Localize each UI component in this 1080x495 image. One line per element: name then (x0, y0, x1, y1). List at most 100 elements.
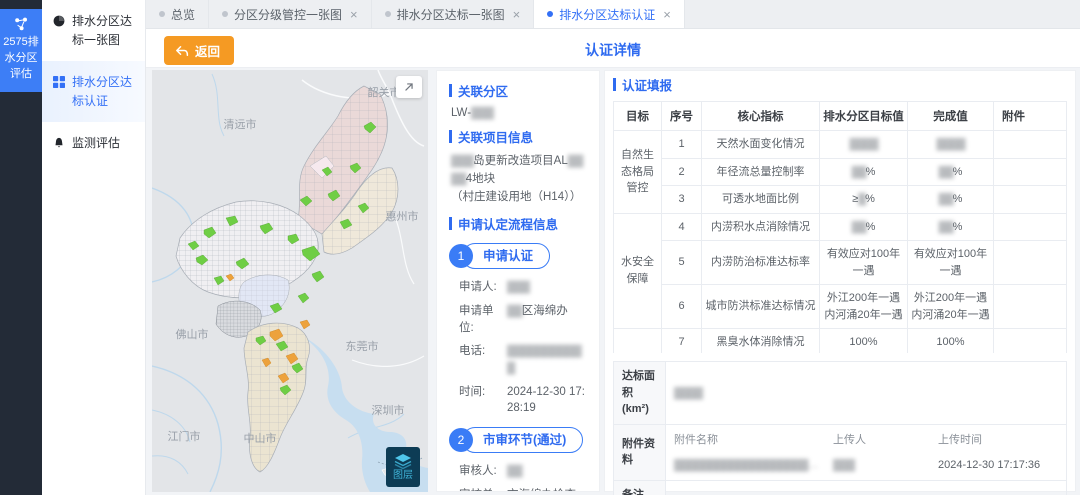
tab-close-icon[interactable]: × (513, 7, 521, 22)
table-row: 水安全保障 4 内涝积水点消除情况 ▓▓% ▓▓% (613, 212, 1067, 329)
step-number-badge: 2 (449, 428, 473, 453)
module-rail: 2575排水分区评估 (0, 0, 42, 495)
attachment-cell (993, 130, 1067, 159)
col-indicator: 核心指标 (701, 101, 820, 131)
map-label-foshan: 佛山市 (176, 327, 209, 341)
map-label-jiangmen: 江门市 (168, 429, 201, 443)
step-2-fields: 审核人: ▓▓ 审核单位: 市海绵办检查组 电话: ▓▓▓▓▓▓▓▓▓▓ 时间:… (459, 463, 587, 491)
page-title: 认证详情 (585, 42, 641, 58)
map-canvas[interactable]: 韶关市 清远市 惠州市 佛山市 东莞市 深圳市 中山市 江门市 (152, 70, 428, 492)
map-expand-button[interactable] (396, 76, 422, 98)
map-layers-label: 图层 (393, 470, 413, 481)
report-header-row: 目标 序号 核心指标 排水分区目标值 完成值 附件 (613, 101, 1067, 131)
area-row: 达标面积 (km²) ▓▓▓▓ (613, 361, 1067, 425)
attachment-cell (993, 284, 1067, 329)
report-table: 目标 序号 核心指标 排水分区目标值 完成值 附件 自然生态格局管控 1 天然水 (613, 101, 1067, 353)
field-row: 申请单位: ▓▓区海绵办 (459, 305, 568, 334)
remark-label: 备注 (613, 479, 666, 495)
tab-bar-spacer (685, 0, 1080, 28)
attachments-list: 附件名称 上传人 上传时间 ▓▓▓▓▓▓▓▓▓▓▓▓▓▓▓▓▓▓▓▓▓▓▓▓▓▓… (665, 423, 1067, 481)
map-panel[interactable]: 韶关市 清远市 惠州市 佛山市 东莞市 深圳市 中山市 江门市 图层 (152, 70, 428, 492)
map-label-zhongshan: 中山市 (244, 431, 277, 445)
tab-label: 总览 (171, 7, 196, 22)
redacted-text: ▓▓ (507, 305, 523, 318)
related-project-header: 关联项目信息 (449, 127, 587, 146)
tab-overview[interactable]: 总览 (146, 0, 210, 28)
detail-toolbar: 返回 认证详情 (146, 29, 1080, 68)
process-step-2: 2 市审环节(通过) (449, 427, 587, 454)
area-value: ▓▓▓▓ (665, 361, 1067, 425)
sidebar-item-certification[interactable]: 排水分区达标认证 (42, 61, 145, 123)
col-target: 排水分区目标值 (819, 101, 908, 131)
field-row: 时间: 2024-12-30 17:28:19 (459, 385, 586, 415)
section-bar (449, 130, 452, 143)
step-title-pill: 市审环节(通过) (462, 427, 584, 454)
sidebar-item-label: 排水分区达标认证 (72, 75, 133, 108)
redacted-text: ▓▓▓ (507, 281, 530, 294)
attachment-file-name[interactable]: ▓▓▓▓▓▓▓▓▓▓▓▓▓▓▓▓▓▓▓▓▓▓▓▓▓▓▓▓▓▓▓▓… (674, 457, 833, 474)
report-table-scroll[interactable]: 目标 序号 核心指标 排水分区目标值 完成值 附件 自然生态格局管控 1 天然水 (613, 101, 1067, 353)
col-no: 序号 (661, 101, 702, 131)
redacted-text: ▓▓ (851, 220, 867, 233)
col-attachment: 附件 (993, 101, 1067, 131)
redacted-text: ▓▓▓ (451, 155, 474, 167)
tab-close-icon[interactable]: × (663, 7, 671, 22)
redacted-text: ▓ (858, 193, 866, 205)
sidebar-item-monitoring[interactable]: 监测评估 (42, 122, 145, 165)
redacted-text: ▓▓ (507, 465, 523, 478)
goal-cell: 自然生态格局管控 (613, 130, 662, 214)
attachment-item[interactable]: ▓▓▓▓▓▓▓▓▓▓▓▓▓▓▓▓▓▓▓▓▓▓▓▓▓▓▓▓▓▓▓▓… ▓▓▓ 20… (674, 457, 1058, 474)
col-goal: 目标 (613, 101, 662, 131)
sidebar-item-label: 监测评估 (72, 136, 121, 151)
map-label-dongguan: 东莞市 (346, 339, 379, 353)
certification-info-panel: 关联分区 LW-▓▓▓ 关联项目信息 ▓▓▓岛更新改造项目AL▓▓▓▓4地块 （… (436, 70, 600, 492)
related-zone-header: 关联分区 (449, 81, 587, 100)
table-row: 水环境质量 7 黑臭水体消除情况 100% 100% (613, 328, 1067, 353)
field-row: 审核人: ▓▓ (459, 465, 523, 478)
tab-compliance-certification[interactable]: 排水分区达标认证 × (534, 0, 685, 28)
field-row: 电话: ▓▓▓▓▓▓▓▓▓▓▓ (459, 345, 582, 375)
attachment-cell (993, 157, 1067, 186)
col-done: 完成值 (907, 101, 994, 131)
tab-zoning-control-map[interactable]: 分区分级管控一张图 × (209, 0, 372, 28)
map-label-shenzhen: 深圳市 (372, 403, 405, 417)
section-bar (449, 84, 452, 97)
process-info-header: 申请认定流程信息 (449, 214, 587, 233)
map-label-qingyuan: 清远市 (224, 117, 257, 131)
related-zone-value: LW-▓▓▓ (451, 107, 494, 119)
expand-arrow-icon (405, 83, 413, 91)
attachment-upload-time: 2024-12-30 17:17:36 (938, 459, 1041, 471)
table-row: 3 可透水地面比例 ≥▓% ▓▓% (614, 185, 1067, 214)
tab-bar: 总览 分区分级管控一张图 × 排水分区达标一张图 × 排水分区达标认证 × (146, 0, 1080, 29)
report-header: 认证填报 (613, 75, 1067, 94)
field-row: 申请人: ▓▓▓ (459, 281, 530, 294)
sidebar: 排水分区达标一张图 排水分区达标认证 监测评估 (42, 0, 146, 495)
sidebar-item-onemap[interactable]: 排水分区达标一张图 (42, 0, 145, 61)
map-layers-button[interactable]: 图层 (386, 447, 420, 487)
tab-label: 排水分区达标认证 (559, 7, 656, 22)
tab-close-icon[interactable]: × (350, 7, 358, 22)
remark-value (665, 479, 1067, 495)
tab-dot-icon (384, 11, 391, 17)
tab-compliance-map[interactable]: 排水分区达标一张图 × (372, 0, 535, 28)
layers-icon (394, 454, 412, 470)
tab-label: 排水分区达标一张图 (396, 7, 505, 22)
attachment-cell (993, 185, 1067, 214)
tab-label: 分区分级管控一张图 (234, 7, 343, 22)
attachments-header: 附件名称 上传人 上传时间 (674, 431, 1058, 458)
step-1-fields: 申请人: ▓▓▓ 申请单位: ▓▓区海绵办 电话: ▓▓▓▓▓▓▓▓▓▓▓ 时间… (459, 279, 587, 417)
tab-dot-icon (547, 11, 554, 17)
redacted-text: ▓▓ (938, 193, 954, 205)
attachment-cell (993, 212, 1067, 241)
share-network-icon (15, 17, 27, 31)
app-window: 2575排水分区评估 排水分区达标一张图 排水分区达标认证 监测评估 总览 分区… (0, 0, 1080, 495)
redacted-text: ▓▓ (851, 165, 867, 178)
filled-circle-icon (53, 15, 65, 27)
redacted-text: ▓▓ (938, 220, 954, 233)
bell-icon (55, 138, 63, 148)
rail-module-current[interactable]: 2575排水分区评估 (0, 9, 42, 92)
rail-module-title: 2575排水分区评估 (3, 36, 39, 80)
section-bar (449, 217, 452, 231)
attachments-row: 附件资料 附件名称 上传人 上传时间 ▓▓▓▓▓▓▓▓▓▓▓▓▓▓▓▓▓▓▓▓▓… (613, 423, 1067, 481)
tab-dot-icon (159, 11, 165, 17)
